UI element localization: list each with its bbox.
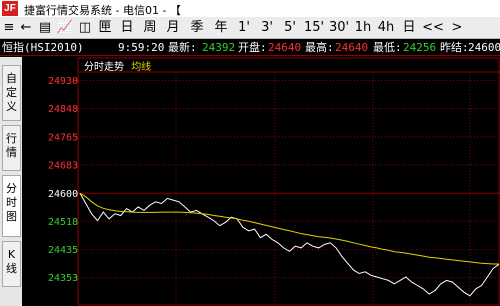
y-tick-label: 24848 — [48, 104, 78, 115]
chart-frame — [77, 57, 500, 306]
y-tick-label: 24518 — [48, 217, 78, 228]
average-line — [79, 192, 499, 265]
y-tick-label: 24765 — [48, 132, 78, 143]
y-tick-label: 24930 — [48, 76, 78, 87]
y-tick-label: 24353 — [48, 273, 78, 284]
timeshare-chart: 24930 24848 24765 24683 24600 24518 24435 24353 — [48, 57, 500, 306]
y-tick-label: 24435 — [48, 245, 78, 256]
y-tick-label: 24600 — [48, 189, 78, 200]
price-line — [79, 193, 500, 297]
y-tick-label: 24683 — [48, 160, 78, 171]
